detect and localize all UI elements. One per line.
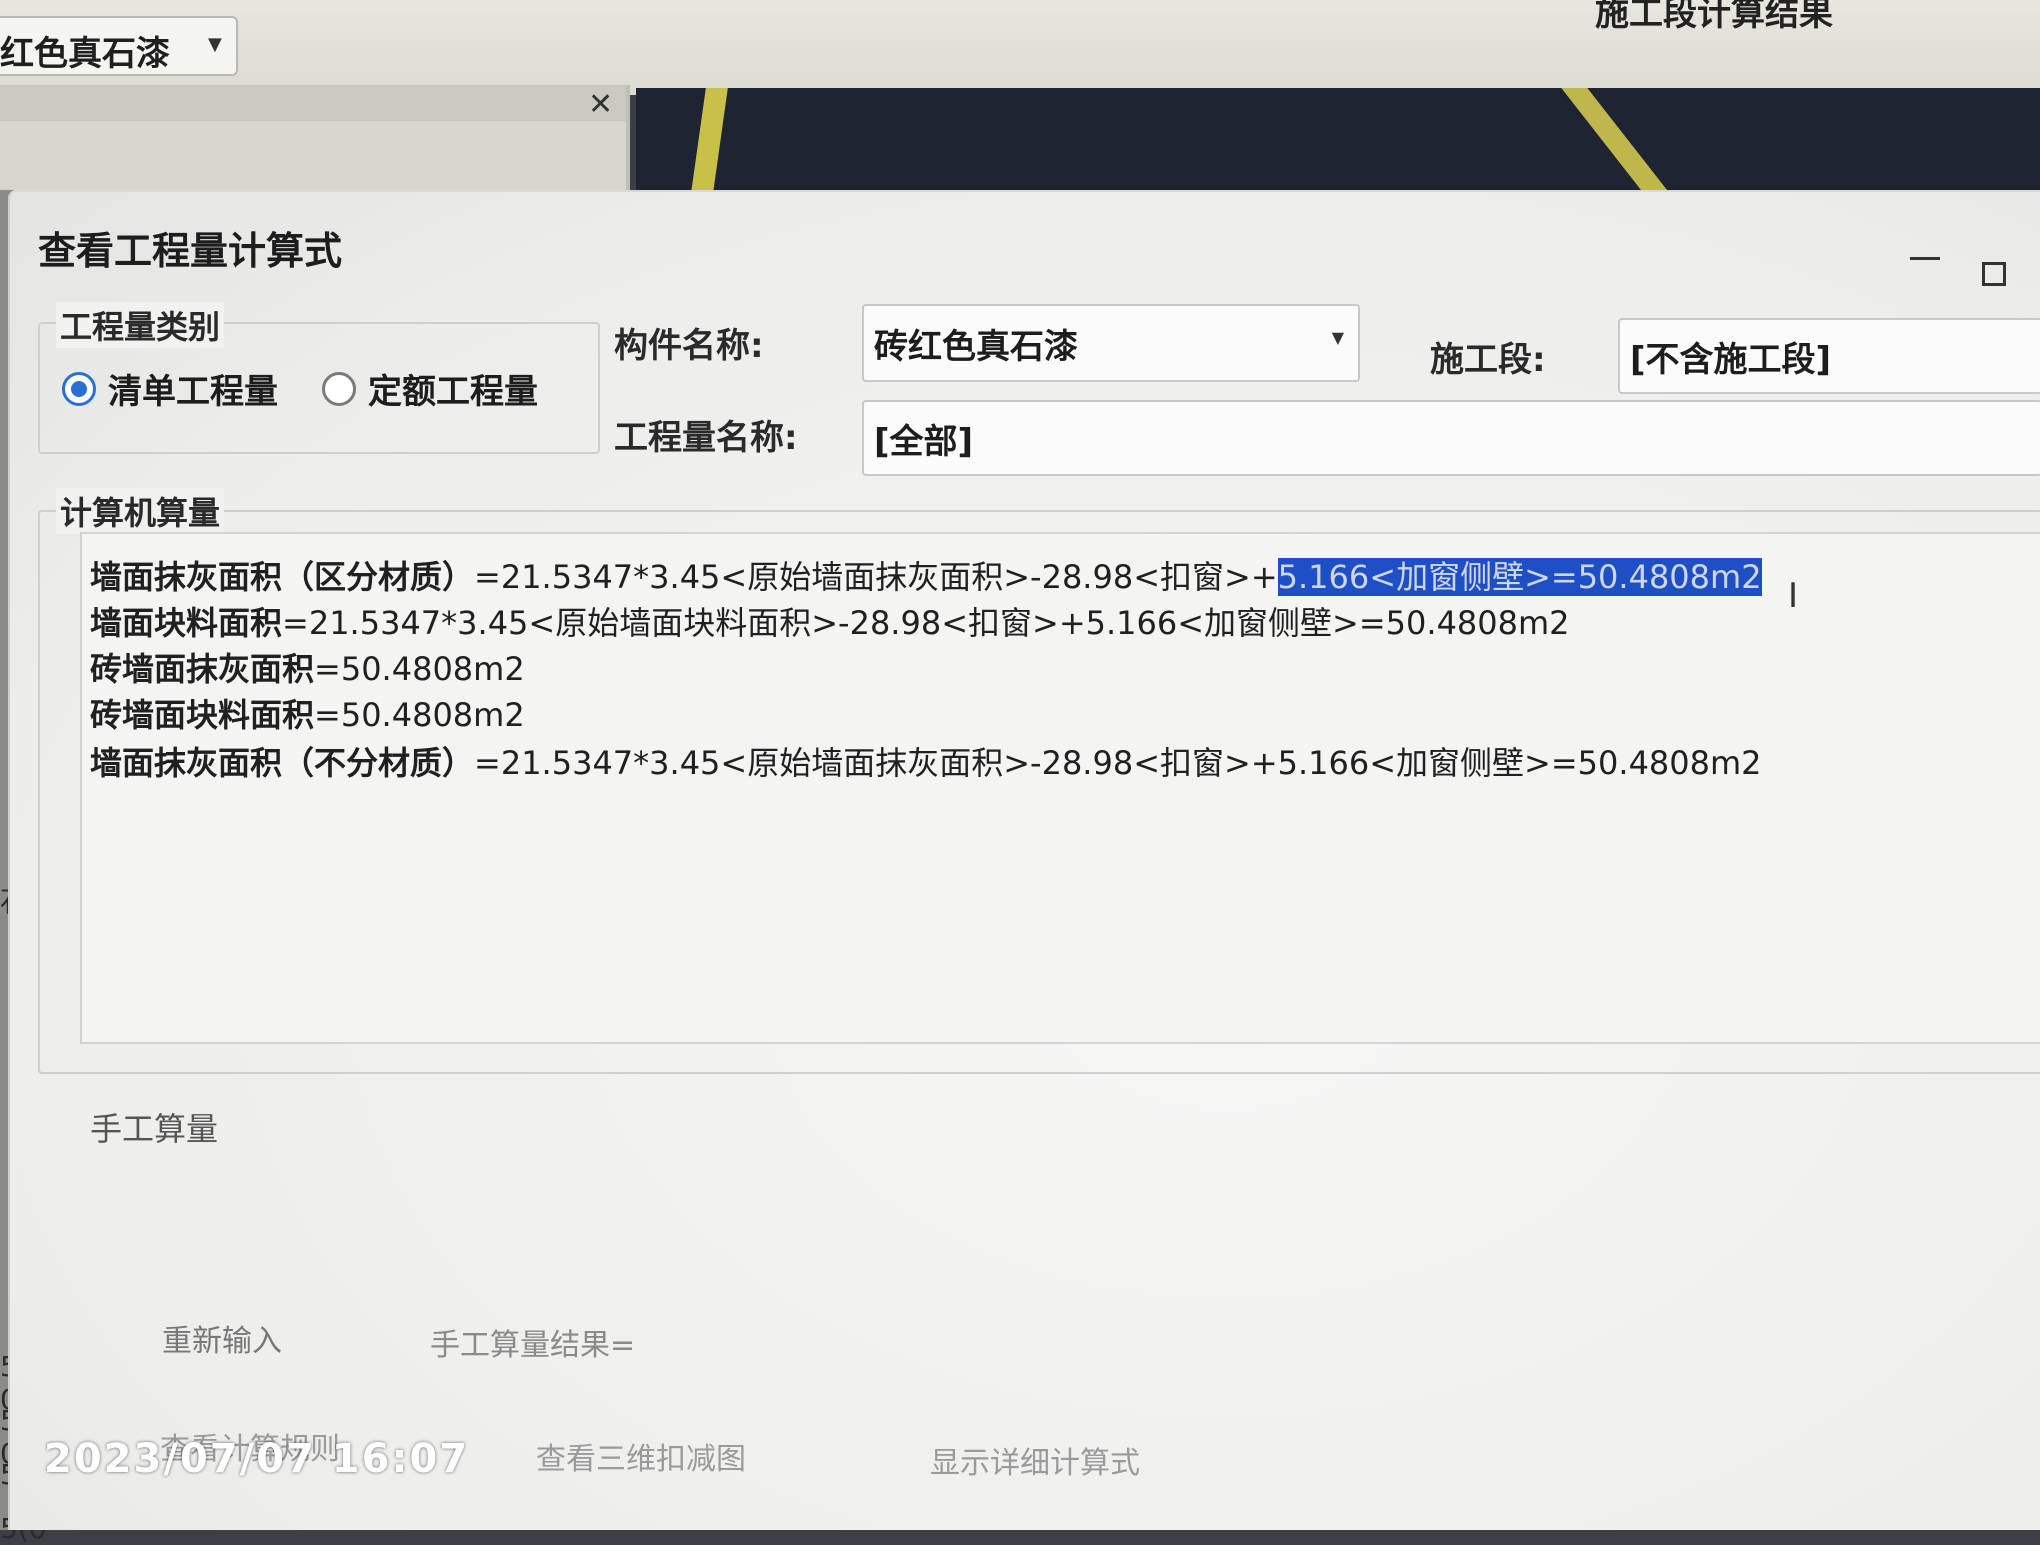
background-panel-header: [0, 85, 626, 121]
maximize-icon[interactable]: [1982, 262, 2006, 286]
chevron-down-icon[interactable]: ▼: [208, 34, 222, 55]
chevron-down-icon[interactable]: ▼: [1332, 328, 1344, 347]
construction-stage-field[interactable]: [不含施工段]: [1618, 318, 2040, 394]
quantity-name-label: 工程量名称:: [614, 418, 798, 458]
radio-label: 清单工程量: [108, 372, 278, 412]
selected-text: 5.166<加窗侧壁>=50.4808m2: [1277, 558, 1762, 596]
formula-quantity-name: 砖墙面抹灰面积: [90, 650, 315, 688]
background-panel: ✕: [0, 85, 630, 190]
text-cursor-icon: I: [1788, 576, 1799, 616]
formula-line: 墙面抹灰面积（区分材质）=21.5347*3.45<原始墙面抹灰面积>-28.9…: [90, 552, 1762, 598]
manual-calc-legend: 手工算量: [90, 1110, 219, 1148]
radio-checked-icon[interactable]: [62, 371, 96, 406]
formula-expression: =21.5347*3.45<原始墙面抹灰面积>-28.98<扣窗>+: [474, 558, 1278, 596]
component-name-value: 砖红色真石漆: [874, 326, 1078, 367]
construction-stage-label: 施工段:: [1430, 340, 1546, 380]
background-combo-value: 红色真石漆: [0, 34, 170, 74]
quantity-name-value: [全部]: [874, 421, 974, 462]
computer-calc-legend: 计算机算量: [56, 488, 225, 534]
quantity-name-field[interactable]: [全部]: [862, 400, 2040, 476]
formula-quantity-name: 墙面抹灰面积（区分材质）: [90, 558, 475, 596]
photo-timestamp: 2023/07/07 16:07: [44, 1436, 470, 1482]
reenter-button[interactable]: 重新输入: [162, 1316, 282, 1360]
radio-unchecked-icon[interactable]: [322, 371, 356, 406]
background-component-combo[interactable]: 红色真石漆 ▼: [0, 16, 238, 76]
show-detail-formula-button[interactable]: 显示详细计算式: [930, 1438, 1140, 1482]
manual-result-label: 手工算量结果=: [430, 1328, 636, 1363]
formula-expression: =21.5347*3.45<原始墙面抹灰面积>-28.98<扣窗>+5.166<…: [474, 744, 1762, 782]
close-icon[interactable]: ✕: [588, 87, 613, 122]
formula-expression: =21.5347*3.45<原始墙面块料面积>-28.98<扣窗>+5.166<…: [282, 604, 1570, 642]
background-toolbar: 红色真石漆 ▼ 施工段计算结果: [0, 0, 2040, 95]
radio-quota-quantity[interactable]: 定额工程量: [322, 364, 538, 413]
quantity-type-group: 工程量类别 清单工程量 定额工程量: [38, 302, 600, 454]
formula-line: 砖墙面块料面积=50.4808m2: [90, 690, 525, 736]
formula-quantity-name: 砖墙面块料面积: [90, 696, 315, 734]
formula-expression: =50.4808m2: [314, 696, 525, 734]
component-name-select[interactable]: 砖红色真石漆 ▼: [862, 304, 1360, 382]
background-panel-title: 施工段计算结果: [1595, 0, 1833, 34]
formula-text-area[interactable]: 墙面抹灰面积（区分材质）=21.5347*3.45<原始墙面抹灰面积>-28.9…: [80, 532, 2040, 1044]
view-quantity-formula-dialog: 查看工程量计算式 工程量类别 清单工程量 定额工程量 构件名称: 砖红色真石漆 …: [8, 190, 2040, 1530]
radio-bill-quantity[interactable]: 清单工程量: [62, 364, 278, 413]
formula-line: 墙面抹灰面积（不分材质）=21.5347*3.45<原始墙面抹灰面积>-28.9…: [90, 738, 1762, 784]
radio-label: 定额工程量: [368, 372, 538, 412]
formula-quantity-name: 墙面块料面积: [90, 604, 283, 642]
construction-stage-value: [不含施工段]: [1630, 339, 1832, 380]
formula-expression: =50.4808m2: [314, 650, 525, 688]
formula-line: 墙面块料面积=21.5347*3.45<原始墙面块料面积>-28.98<扣窗>+…: [90, 598, 1570, 644]
dialog-title: 查看工程量计算式: [38, 229, 343, 273]
minimize-icon[interactable]: [1910, 257, 1940, 260]
view-3d-deduction-button[interactable]: 查看三维扣减图: [536, 1434, 746, 1478]
formula-quantity-name: 墙面抹灰面积（不分材质）: [90, 744, 475, 782]
quantity-type-legend: 工程量类别: [56, 302, 225, 348]
formula-line: 砖墙面抹灰面积=50.4808m2: [90, 644, 525, 690]
component-name-label: 构件名称:: [614, 326, 764, 366]
